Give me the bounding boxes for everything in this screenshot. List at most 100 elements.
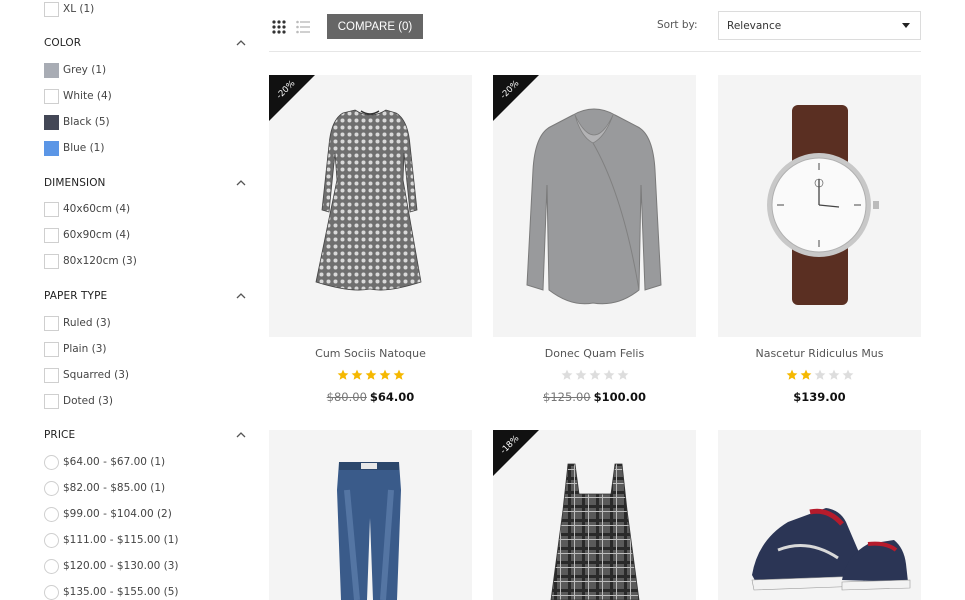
radio-button[interactable] [44,558,59,574]
checkbox[interactable] [44,367,59,383]
radio-button[interactable] [44,532,59,548]
filter-title: PAPER TYPE [44,290,108,302]
filter-dimension-item[interactable]: 60x90cm (4) [44,226,130,244]
product-card[interactable] [269,430,472,600]
compare-button[interactable]: COMPARE (0) [327,14,423,39]
grid-view-icon[interactable] [272,19,286,34]
checkbox[interactable] [44,1,59,17]
filter-label: $64.00 - $67.00 (1) [63,456,166,468]
radio-button[interactable] [44,584,59,600]
filter-label: Doted (3) [63,395,113,407]
filter-label: White (4) [63,90,112,102]
filter-label: Ruled (3) [63,317,111,329]
star-icon [589,369,600,380]
product-card[interactable] [718,430,921,600]
product-name[interactable]: Cum Sociis Natoque [269,347,472,361]
filter-price-item[interactable]: $135.00 - $155.00 (5) [44,583,179,600]
star-icon [365,369,376,380]
checkbox[interactable] [44,393,59,409]
filter-group-price: PRICE $64.00 - $67.00 (1) $82.00 - $85.0… [44,425,250,600]
product-name[interactable]: Donec Quam Felis [493,347,696,361]
filter-header-dimension[interactable]: DIMENSION [44,173,250,193]
star-icon [842,369,853,380]
filter-label: 60x90cm (4) [63,229,131,241]
filter-price-item[interactable]: $82.00 - $85.00 (1) [44,479,165,497]
sort-select[interactable]: Relevance [718,11,921,40]
product-card[interactable]: -18% [493,430,696,600]
color-swatch[interactable] [44,62,59,78]
star-icon [814,369,825,380]
discount-badge: -20% [493,75,539,121]
star-icon [337,369,348,380]
checkbox[interactable] [44,253,59,269]
filter-label: Blue (1) [63,142,105,154]
product-image[interactable] [718,75,921,337]
checkbox[interactable] [44,315,59,331]
filter-paper-item[interactable]: Plain (3) [44,340,106,358]
chevron-up-icon[interactable] [236,291,246,301]
filter-dimension-item[interactable]: 80x120cm (3) [44,252,137,270]
chevron-up-icon[interactable] [236,178,246,188]
filter-color-white[interactable]: White (4) [44,87,112,105]
filter-header-color[interactable]: COLOR [44,33,250,53]
star-icon [351,369,362,380]
star-icon [800,369,811,380]
filter-price-item[interactable]: $111.00 - $115.00 (1) [44,531,179,549]
product-image[interactable]: -20% [493,75,696,337]
discount-badge: -18% [493,430,539,476]
color-swatch[interactable] [44,140,59,156]
filter-color-black[interactable]: Black (5) [44,113,110,131]
product-image[interactable] [269,430,472,600]
old-price: $80.00 [326,390,367,404]
price-row: $80.00 $64.00 [269,390,472,404]
list-view-icon[interactable] [296,19,310,34]
color-swatch[interactable] [44,114,59,130]
filter-dimension-item[interactable]: 40x60cm (4) [44,200,130,218]
color-swatch[interactable] [44,88,59,104]
filter-label: $99.00 - $104.00 (2) [63,508,172,520]
product-card[interactable]: Nascetur Ridiculus Mus $139.00 [718,75,921,404]
filter-label: $120.00 - $130.00 (3) [63,560,179,572]
filter-price-item[interactable]: $99.00 - $104.00 (2) [44,505,172,523]
star-icon [393,369,404,380]
filter-size-xl[interactable]: XL (1) [44,0,94,18]
star-icon [575,369,586,380]
rating-stars [718,369,921,381]
filter-price-item[interactable]: $64.00 - $67.00 (1) [44,453,165,471]
blue-jeans-image [337,462,401,600]
sort-label: Sort by: [657,19,698,31]
filter-color-blue[interactable]: Blue (1) [44,139,104,157]
radio-button[interactable] [44,480,59,496]
product-name[interactable]: Nascetur Ridiculus Mus [718,347,921,361]
checkbox[interactable] [44,227,59,243]
filter-header-price[interactable]: PRICE [44,425,250,445]
radio-button[interactable] [44,506,59,522]
filter-price-item[interactable]: $120.00 - $130.00 (3) [44,557,179,575]
radio-button[interactable] [44,454,59,470]
filter-title: COLOR [44,37,82,49]
current-price: $100.00 [593,390,646,404]
filter-label: Black (5) [63,116,110,128]
filter-label: Grey (1) [63,64,107,76]
product-card[interactable]: -20% Donec Quam Felis $125.00 $100.00 [493,75,696,404]
price-row: $139.00 [718,390,921,404]
filter-paper-item[interactable]: Squarred (3) [44,366,129,384]
product-image[interactable] [718,430,921,600]
product-image[interactable]: -20% [269,75,472,337]
product-card[interactable]: -20% Cum Sociis Natoque $80.00 $64.00 [269,75,472,404]
filter-sidebar: XL (1) COLOR Grey (1) White (4) Black (5… [0,0,250,600]
checkbox[interactable] [44,201,59,217]
product-toolbar: COMPARE (0) Sort by: Relevance [269,0,921,52]
chevron-up-icon[interactable] [236,38,246,48]
filter-paper-item[interactable]: Ruled (3) [44,314,111,332]
filter-paper-item[interactable]: Doted (3) [44,392,113,410]
chevron-up-icon[interactable] [236,430,246,440]
product-image[interactable]: -18% [493,430,696,600]
filter-color-grey[interactable]: Grey (1) [44,61,106,79]
rating-stars [493,369,696,381]
checkbox[interactable] [44,341,59,357]
filter-label: Squarred (3) [63,369,129,381]
filter-group-paper-type: PAPER TYPE Ruled (3) Plain (3) Squarred … [44,286,250,409]
star-icon [379,369,390,380]
filter-header-paper-type[interactable]: PAPER TYPE [44,286,250,306]
